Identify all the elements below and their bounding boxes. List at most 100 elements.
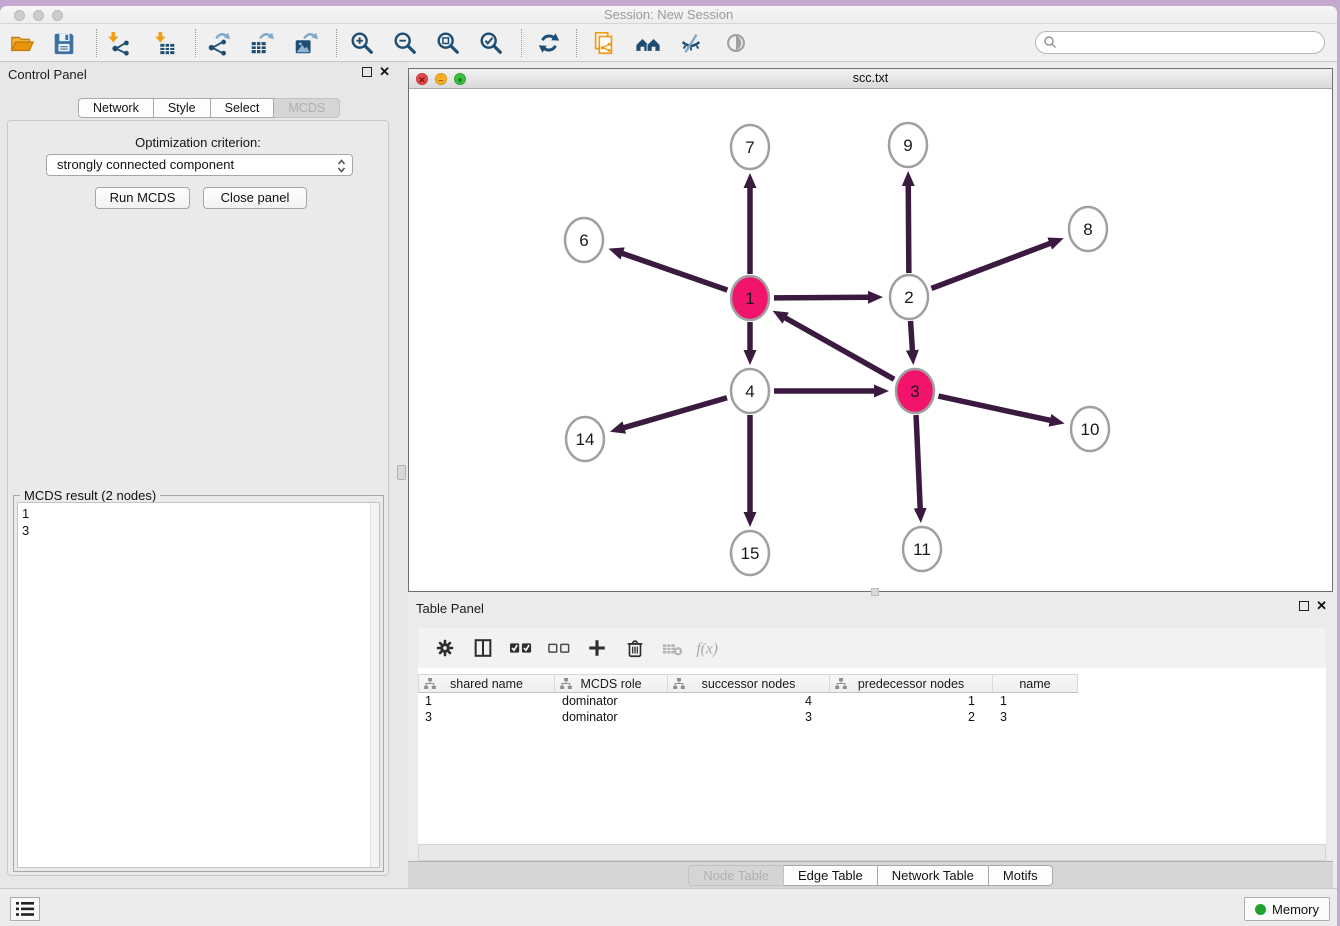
show-detail-button[interactable] [721, 28, 751, 58]
select-all-button[interactable] [502, 635, 540, 661]
graph-edge-3-11[interactable] [916, 415, 920, 510]
close-table-panel-icon[interactable]: ✕ [1316, 600, 1327, 612]
save-session-button[interactable] [49, 28, 79, 58]
column-header-MCDS-role[interactable]: MCDS role [555, 674, 668, 693]
horizontal-splitter-handle[interactable] [871, 588, 879, 596]
graph-node-4[interactable]: 4 [731, 369, 769, 413]
svg-text:8: 8 [1083, 220, 1092, 239]
tab-mcds[interactable]: MCDS [274, 98, 340, 118]
zoom-in-button[interactable] [347, 28, 377, 58]
show-columns-button[interactable] [464, 635, 502, 661]
close-window-button[interactable] [14, 10, 25, 21]
zoom-selected-button[interactable] [476, 28, 506, 58]
cell-name[interactable]: 3 [993, 709, 1078, 725]
tab-node-table[interactable]: Node Table [688, 865, 784, 886]
graph-edge-2-8[interactable] [931, 243, 1051, 289]
result-scrollbar[interactable] [370, 503, 379, 867]
refresh-view-button[interactable] [534, 28, 564, 58]
checked-boxes-icon [509, 637, 533, 659]
graph-node-11[interactable]: 11 [903, 527, 941, 571]
memory-button[interactable]: Memory [1244, 897, 1330, 921]
home-layout-button[interactable] [633, 28, 663, 58]
graph-node-7[interactable]: 7 [731, 125, 769, 169]
graph-node-15[interactable]: 15 [731, 531, 769, 575]
column-header-name[interactable]: name [993, 674, 1078, 693]
zoom-window-button[interactable] [52, 10, 63, 21]
function-builder-button[interactable]: f(x) [692, 635, 730, 661]
import-network-button[interactable] [103, 28, 133, 58]
column-header-successor-nodes[interactable]: successor nodes [668, 674, 830, 693]
zoom-out-button[interactable] [390, 28, 420, 58]
graph-node-10[interactable]: 10 [1071, 407, 1109, 451]
graph-node-3[interactable]: 3 [896, 369, 934, 413]
cell-MCDS-role[interactable]: dominator [555, 709, 668, 725]
table-horizontal-scrollbar[interactable] [418, 844, 1326, 861]
graph-edge-1-6[interactable] [621, 253, 728, 290]
graph-node-8[interactable]: 8 [1069, 207, 1107, 251]
graph-node-1[interactable]: 1 [731, 276, 769, 320]
mcds-result-textarea[interactable]: 1 3 [17, 502, 380, 868]
delete-table-button[interactable] [654, 635, 692, 661]
graph-edge-4-14[interactable] [622, 398, 727, 428]
open-session-button[interactable] [7, 28, 37, 58]
graph-node-6[interactable]: 6 [565, 218, 603, 262]
minimize-window-button[interactable] [33, 10, 44, 21]
add-column-button[interactable] [578, 635, 616, 661]
hide-detail-button[interactable] [676, 28, 706, 58]
network-canvas[interactable]: 7 9 6 8 1 2 4 3 14 10 15 11 [409, 89, 1332, 591]
graph-node-9[interactable]: 9 [889, 123, 927, 167]
table-settings-button[interactable] [426, 635, 464, 661]
cell-shared-name[interactable]: 3 [418, 709, 555, 725]
table-row: 1dominator411 [418, 693, 1326, 709]
run-mcds-button[interactable]: Run MCDS [95, 187, 190, 209]
graph-node-2[interactable]: 2 [890, 275, 928, 319]
float-panel-icon[interactable] [362, 67, 372, 77]
tab-edge-table[interactable]: Edge Table [784, 865, 878, 886]
graph-edge-1-2[interactable] [774, 297, 870, 298]
column-header-shared-name[interactable]: shared name [418, 674, 555, 693]
graph-edge-2-9[interactable] [908, 184, 909, 273]
graph-edge-2-3[interactable] [911, 321, 913, 352]
task-history-button[interactable] [10, 897, 40, 921]
close-panel-icon[interactable]: ✕ [379, 66, 390, 78]
search-input[interactable] [1035, 31, 1325, 54]
memory-label: Memory [1272, 902, 1319, 917]
export-network-button[interactable] [203, 28, 233, 58]
tab-select[interactable]: Select [211, 98, 275, 118]
cell-predecessor-nodes[interactable]: 1 [830, 693, 993, 709]
tab-motifs[interactable]: Motifs [989, 865, 1053, 886]
network-zoom-button[interactable]: + [454, 73, 466, 85]
network-close-button[interactable]: ✕ [416, 73, 428, 85]
splitter-handle[interactable] [397, 465, 406, 480]
import-table-button[interactable] [150, 28, 180, 58]
graph-edge-3-10[interactable] [938, 396, 1051, 421]
zoom-fit-button[interactable] [433, 28, 463, 58]
cell-predecessor-nodes[interactable]: 2 [830, 709, 993, 725]
graph-edge-3-1[interactable] [784, 317, 894, 379]
home-icon [634, 30, 662, 56]
tab-network[interactable]: Network [78, 98, 154, 118]
network-minimize-button[interactable]: – [435, 73, 447, 85]
criterion-select[interactable]: strongly connected component [46, 154, 353, 176]
panel-splitter[interactable] [396, 62, 408, 888]
main-toolbar [0, 24, 1337, 62]
tab-style[interactable]: Style [154, 98, 211, 118]
export-image-button[interactable] [290, 28, 320, 58]
cell-MCDS-role[interactable]: dominator [555, 693, 668, 709]
clone-network-button[interactable] [589, 28, 619, 58]
float-table-panel-icon[interactable] [1299, 601, 1309, 611]
criterion-value: strongly connected component [57, 157, 234, 172]
gear-icon [434, 637, 456, 659]
cell-successor-nodes[interactable]: 3 [668, 709, 830, 725]
deselect-all-button[interactable] [540, 635, 578, 661]
cell-successor-nodes[interactable]: 4 [668, 693, 830, 709]
cell-shared-name[interactable]: 1 [418, 693, 555, 709]
export-table-button[interactable] [246, 28, 276, 58]
column-header-predecessor-nodes[interactable]: predecessor nodes [830, 674, 993, 693]
delete-column-button[interactable] [616, 635, 654, 661]
graph-node-14[interactable]: 14 [566, 417, 604, 461]
cell-name[interactable]: 1 [993, 693, 1078, 709]
close-panel-button[interactable]: Close panel [203, 187, 307, 209]
tab-network-table[interactable]: Network Table [878, 865, 989, 886]
eye-slash-icon [678, 30, 704, 56]
